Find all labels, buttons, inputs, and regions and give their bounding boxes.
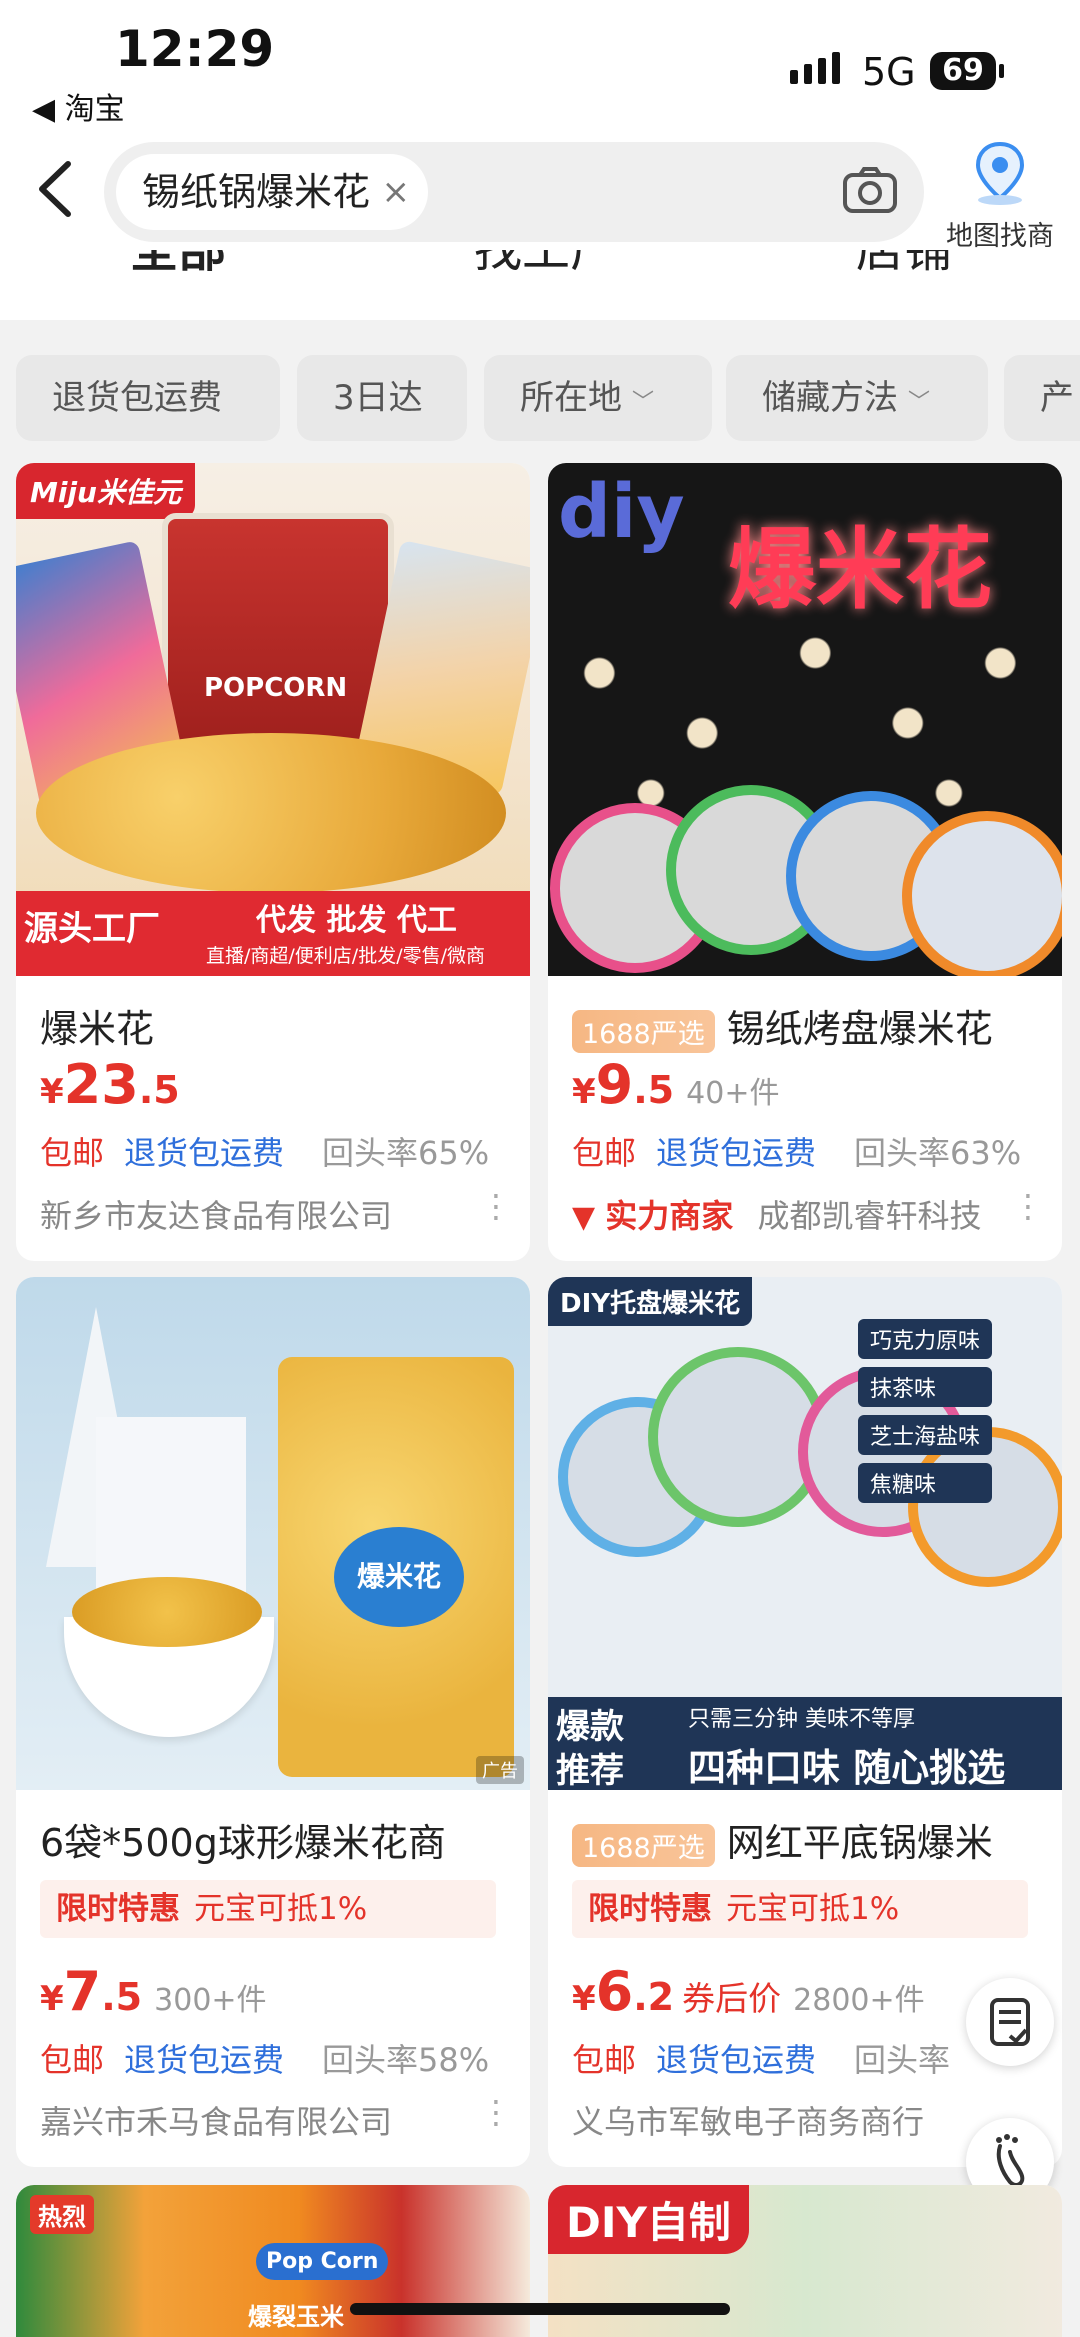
product-title[interactable]: 爆米花 (40, 998, 154, 1053)
product-title[interactable]: 1688严选 锡纸烤盘爆米花 (572, 998, 993, 1053)
service-tags: 包邮 退货包运费 回头率58% (40, 2041, 490, 2079)
image-title: 爆米花 (728, 518, 993, 621)
service-tags: 包邮 退货包运费 回头率 (572, 2041, 951, 2079)
ad-badge: 广告 (476, 1756, 524, 1784)
service-tags: 包邮 退货包运费 回头率63% (572, 1134, 1022, 1172)
clear-icon[interactable]: × (382, 154, 411, 230)
filter-storage[interactable]: 储藏方法 ﹀ (726, 355, 988, 441)
promo-banner: 限时特惠 元宝可抵1% (572, 1880, 1028, 1938)
map-search-button[interactable]: 地图找商 (930, 140, 1070, 253)
hot-label-1: 爆款 (556, 1707, 624, 1747)
camera-icon[interactable] (842, 166, 898, 214)
hot-label-2: 推荐 (556, 1751, 624, 1790)
hot-small-text: 只需三分钟 美味不等厚 (688, 1707, 915, 1732)
filter-label: 退货包运费 (52, 378, 222, 418)
feedback-button[interactable] (966, 1978, 1054, 2066)
product-card[interactable]: Miju米佳元 POPCORN 源头工厂 代发 批发 代工 直播/商超/便利店/… (16, 463, 530, 1261)
popcorn-pile (36, 733, 506, 893)
product-image[interactable]: 爆米花 广告 (16, 1277, 530, 1790)
yanxuan-badge: 1688严选 (572, 1824, 715, 1867)
popcorn-dots (548, 613, 1062, 813)
map-search-label: 地图找商 (946, 221, 1054, 252)
filter-label: 产 (1040, 378, 1074, 418)
diy-pan-orange (902, 811, 1062, 976)
filter-more[interactable]: 产 (1004, 355, 1080, 441)
network-type: 5G (862, 50, 916, 94)
query-text: 锡纸锅爆米花 (142, 170, 371, 214)
query-chip[interactable]: 锡纸锅爆米花 × (116, 154, 429, 230)
status-bar: 12:29 ◀ 淘宝 5G 69 (0, 0, 1080, 130)
more-icon[interactable]: ⋮ (1012, 1187, 1044, 1225)
more-icon[interactable]: ⋮ (480, 1187, 512, 1225)
tab-shops[interactable]: 店铺 (856, 250, 952, 280)
shop-row[interactable]: ▼ 实力商家 成都凯睿轩科技 (572, 1191, 981, 1237)
flavor-tag: 芝士海盐味 (858, 1415, 993, 1455)
shop-name[interactable]: 义乌市军敏电子商务商行 (572, 2097, 924, 2143)
product-image[interactable]: Miju米佳元 POPCORN 源头工厂 代发 批发 代工 直播/商超/便利店/… (16, 463, 530, 976)
tab-factory[interactable]: 找工厂 (474, 250, 618, 280)
product-card[interactable]: diy 爆米花 1688严选 锡纸烤盘爆米花 ¥9.5 40+件 包邮 退货包运费 回头… (548, 463, 1062, 1261)
filter-location[interactable]: 所在地 ﹀ (484, 355, 712, 441)
hot-recommend: 爆款 推荐 只需三分钟 美味不等厚 四种口味 随心挑选 (548, 1697, 1062, 1790)
signal-icon (790, 52, 846, 84)
brand-tag: 热烈 (30, 2195, 94, 2234)
filter-bar: 退货包运费 3日达 所在地 ﹀ 储藏方法 ﹀ 产 (0, 355, 1080, 445)
diy-banner: DIY自制 (548, 2185, 749, 2254)
product-title[interactable]: 1688严选 网红平底锅爆米 (572, 1812, 993, 1867)
filter-label: 储藏方法 (762, 378, 898, 418)
image-header: DIY托盘爆米花 (548, 1277, 753, 1326)
service-tags: 包邮 退货包运费 回头率65% (40, 1134, 490, 1172)
filter-3day[interactable]: 3日达 (297, 355, 467, 441)
popcorn-brand: Pop Corn (256, 2243, 389, 2280)
bag-label: 爆米花 (334, 1527, 464, 1627)
filter-label: 3日达 (333, 378, 423, 418)
flavor-list: 巧克力原味 抹茶味 芝士海盐味 焦糖味 (858, 1319, 993, 1503)
product-price: ¥6.2 券后价 2800+件 (572, 1960, 925, 2023)
banner-left-text: 源头工厂 (24, 909, 160, 949)
product-image[interactable]: DIY托盘爆米花 巧克力原味 抹茶味 芝士海盐味 焦糖味 爆款 推荐 只需三分钟… (548, 1277, 1062, 1790)
popcorn-tub-label: POPCORN (204, 673, 348, 703)
merchant-badge: 实力商家 (605, 1197, 734, 1235)
promo-banner: 限时特惠 元宝可抵1% (40, 1880, 496, 1938)
search-input[interactable]: 锡纸锅爆米花 × (104, 142, 924, 242)
tab-all[interactable]: 全部 (130, 250, 226, 280)
chevron-down-icon: ﹀ (908, 390, 931, 415)
diy-logo: diy (558, 469, 685, 555)
flavor-tag: 抹茶味 (858, 1367, 993, 1407)
product-title[interactable]: 6袋*500g球形爆米花商 (40, 1812, 446, 1867)
product-price: ¥9.5 40+件 (572, 1053, 780, 1116)
brand-logo: Miju米佳元 (16, 463, 195, 519)
hot-big-text: 四种口味 随心挑选 (688, 1746, 1006, 1790)
banner-sub-text: 直播/商超/便利店/批发/零售/微商 (206, 945, 486, 967)
flavor-tag: 焦糖味 (858, 1463, 993, 1503)
filter-label: 所在地 (520, 378, 622, 418)
product-card[interactable]: 爆米花 广告 6袋*500g球形爆米花商 限时特惠 元宝可抵1% ¥7.5 300+… (16, 1277, 530, 2167)
product-image[interactable]: diy 爆米花 (548, 463, 1062, 976)
filter-return-shipping[interactable]: 退货包运费 (16, 355, 280, 441)
battery-icon: 69 (930, 52, 1004, 90)
factory-banner: 源头工厂 代发 批发 代工 直播/商超/便利店/批发/零售/微商 (16, 891, 530, 976)
more-icon[interactable]: ⋮ (480, 2093, 512, 2131)
note-icon (990, 1998, 1030, 2046)
product-price: ¥23.5 (40, 1053, 180, 1116)
flavor-tag: 巧克力原味 (858, 1319, 993, 1359)
back-to-app-link[interactable]: ◀ 淘宝 (32, 84, 125, 128)
banner-right-text: 代发 批发 代工 (256, 903, 457, 938)
status-time: 12:29 (115, 20, 275, 78)
chevron-down-icon: ﹀ (632, 390, 655, 415)
shop-name[interactable]: 新乡市友达食品有限公司 (40, 1191, 392, 1237)
shop-name: 成都凯睿轩科技 (757, 1197, 982, 1235)
map-pin-icon (975, 141, 1025, 205)
home-indicator[interactable] (350, 2303, 730, 2315)
popcorn-in-bowl (72, 1577, 262, 1647)
product-price: ¥7.5 300+件 (40, 1960, 267, 2023)
popcorn-tub (162, 513, 394, 765)
popcorn-text: 爆裂玉米 (248, 2303, 344, 2331)
merchant-icon: ▼ (572, 1200, 596, 1235)
search-header: 锡纸锅爆米花 × 地图找商 (0, 130, 1080, 253)
back-arrow-icon[interactable] (30, 158, 82, 220)
yanxuan-badge: 1688严选 (572, 1010, 715, 1053)
shop-name[interactable]: 嘉兴市禾马食品有限公司 (40, 2097, 392, 2143)
result-tabs: 全部 找工厂 店铺 (0, 250, 1080, 320)
